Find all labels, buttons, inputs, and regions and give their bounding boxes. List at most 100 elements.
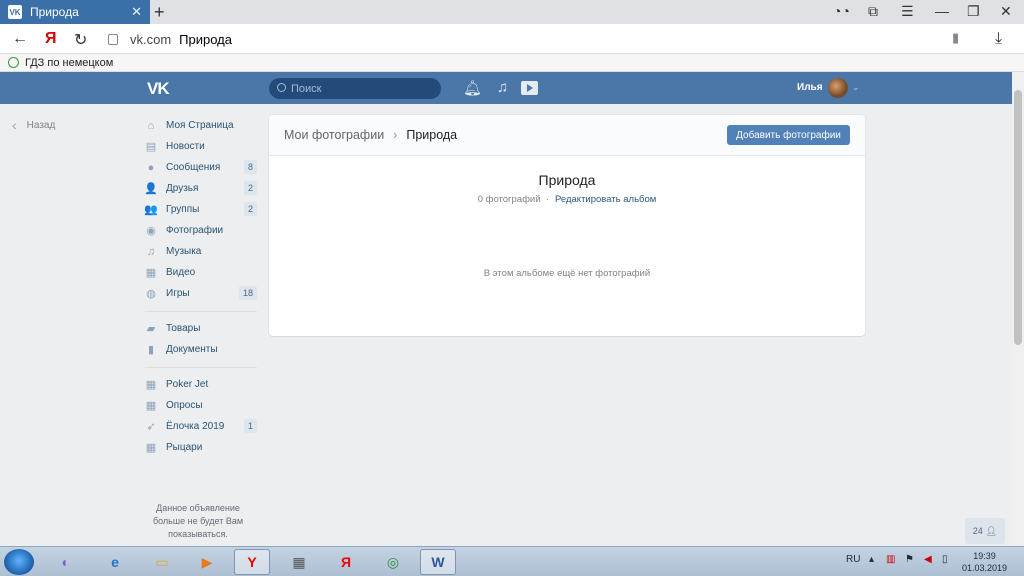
- sidebar-item-3[interactable]: 👤 Друзья 2: [144, 178, 257, 199]
- counter-badge: 1: [243, 419, 257, 433]
- incognito-glasses-icon[interactable]: ◔◔: [833, 3, 850, 19]
- search-input[interactable]: Поиск: [269, 78, 441, 99]
- bookmark-icon[interactable]: ▮: [952, 30, 959, 46]
- camera-icon: ◉: [146, 225, 156, 237]
- sidebar-item-1[interactable]: ▤ Новости: [145, 136, 257, 157]
- yandex-taskbar-icon[interactable]: Я: [328, 549, 364, 575]
- url-domain: vk.com: [130, 31, 172, 47]
- menu-icon[interactable]: ☰: [901, 3, 914, 20]
- avatar[interactable]: [828, 78, 848, 98]
- play-icon[interactable]: [521, 81, 538, 95]
- edit-album-link[interactable]: Редактировать альбом: [555, 194, 656, 205]
- sidebar-item-label: Ёлочка 2019: [166, 421, 225, 432]
- music-icon: ♫: [146, 245, 156, 258]
- new-tab-icon[interactable]: +: [154, 2, 165, 23]
- bag-icon: ▰: [146, 323, 156, 335]
- back-label: Назад: [26, 119, 56, 131]
- album-title: Природа: [538, 172, 596, 188]
- flag-icon[interactable]: ⚑: [905, 554, 914, 565]
- lock-icon: [108, 33, 118, 45]
- album-panel: Мои фотографии › Природа Добавить фотогр…: [269, 115, 865, 336]
- page-scrollbar[interactable]: [1012, 72, 1024, 546]
- download-icon[interactable]: ⤓: [995, 30, 1002, 48]
- vk-favicon-icon: VK: [8, 5, 22, 19]
- sidebar-item-1[interactable]: ▦ Опросы: [145, 395, 257, 416]
- tray-expand-icon[interactable]: ▴: [869, 554, 874, 565]
- yandex-icon[interactable]: Я: [45, 30, 57, 48]
- music-icon[interactable]: ♫: [497, 79, 508, 96]
- counter-badge: 8: [243, 160, 257, 174]
- chrome-icon[interactable]: ◎: [375, 549, 411, 575]
- sidebar-item-0[interactable]: ⌂ Моя Страница: [145, 115, 257, 136]
- language-indicator[interactable]: RU: [846, 554, 860, 565]
- groups-icon: 👥: [144, 204, 158, 216]
- sidebar-item-0[interactable]: ▦ Poker Jet: [145, 374, 257, 395]
- reload-icon[interactable]: ↻: [74, 30, 87, 50]
- sidebar-item-label: Моя Страница: [166, 120, 234, 131]
- meta-separator: ·: [546, 194, 550, 205]
- online-friends-badge[interactable]: 24 👤︎: [965, 518, 1005, 544]
- search-icon: [277, 83, 286, 92]
- bookmarks-icon[interactable]: ⧉: [868, 3, 878, 20]
- sidebar-item-2[interactable]: ➶ Ёлочка 2019 1: [145, 416, 257, 437]
- sidebar-item-7[interactable]: ▦ Видео: [145, 262, 257, 283]
- vk-logo[interactable]: VK: [147, 79, 170, 99]
- sidebar-item-2[interactable]: ● Сообщения 8: [145, 157, 257, 178]
- bell-icon[interactable]: 🔔︎: [463, 79, 482, 97]
- battery-icon[interactable]: ▯: [942, 554, 948, 565]
- rocket-icon: ➶: [146, 421, 156, 433]
- sidebar-item-6[interactable]: ♫ Музыка: [145, 241, 257, 262]
- ad-notice: Данное объявление больше не будет Вам по…: [152, 503, 244, 539]
- add-photos-button[interactable]: Добавить фотографии: [727, 125, 850, 145]
- internet-explorer-icon[interactable]: e: [97, 549, 133, 575]
- sidebar-item-3[interactable]: ▦ Рыцари: [145, 437, 257, 458]
- document-icon: ▮: [147, 344, 155, 356]
- menu-divider: [145, 367, 257, 368]
- friends-icon: 👤: [144, 183, 158, 195]
- breadcrumb-my-photos[interactable]: Мои фотографии: [284, 128, 384, 142]
- network-icon[interactable]: ▥: [886, 554, 895, 565]
- viber-icon[interactable]: ◖: [46, 549, 82, 575]
- bookmark-item[interactable]: ГДЗ по немецком: [25, 57, 113, 69]
- sidebar-item-5[interactable]: ◉ Фотографии: [145, 220, 257, 241]
- user-name[interactable]: Илья: [797, 82, 823, 93]
- sidebar-item-1[interactable]: ▮ Документы: [145, 339, 257, 360]
- chevron-down-icon[interactable]: ⌄: [852, 82, 860, 93]
- windows-taskbar: ◖ e ▭ ▶ Y ▦ Я ◎ W RU ▴ ▥ ⚑ ◀ ▯ 19:39 01.…: [0, 546, 1024, 576]
- back-link[interactable]: ‹ Назад: [12, 117, 55, 133]
- sidebar-item-label: Фотографии: [166, 225, 224, 236]
- close-window-icon[interactable]: ✕: [1000, 3, 1012, 20]
- close-tab-icon[interactable]: ✕: [131, 4, 142, 20]
- messages-icon: ●: [147, 161, 155, 174]
- clock-date: 01.03.2019: [962, 563, 1008, 573]
- start-button[interactable]: [4, 549, 34, 575]
- calculator-icon[interactable]: ▦: [281, 549, 317, 575]
- left-menu: ⌂ Моя Страница ▤ Новости ● Сообщения 8 👤 Друзья 2…: [144, 115, 257, 458]
- sidebar-item-label: Музыка: [166, 246, 202, 257]
- yandex-browser-taskbar-icon[interactable]: Y: [234, 549, 270, 575]
- sidebar-item-label: Новости: [166, 141, 205, 152]
- word-icon[interactable]: W: [420, 549, 456, 575]
- smile-icon: [8, 57, 19, 68]
- bookmarks-bar: ГДЗ по немецком: [0, 54, 1024, 72]
- restore-icon[interactable]: ❐: [967, 3, 980, 20]
- browser-tab-bar: VK Природа ✕ + ◔◔ ⧉ ☰ — ❐ ✕: [0, 0, 1024, 24]
- browser-tab[interactable]: VK Природа ✕: [0, 0, 150, 24]
- clock[interactable]: 19:39 01.03.2019: [962, 550, 1007, 574]
- volume-icon[interactable]: ◀: [924, 554, 932, 565]
- media-player-icon[interactable]: ▶: [189, 549, 225, 575]
- sidebar-item-0[interactable]: ▰ Товары: [145, 318, 257, 339]
- sidebar-item-8[interactable]: ◍ Игры 18: [145, 283, 257, 304]
- sidebar-item-label: Видео: [166, 267, 196, 278]
- minimize-icon[interactable]: —: [935, 3, 949, 19]
- breadcrumb-current: Природа: [406, 128, 458, 142]
- url-field[interactable]: vk.com Природа: [100, 29, 976, 49]
- sidebar-item-label: Группы: [166, 204, 200, 215]
- sidebar-item-label: Poker Jet: [166, 379, 209, 390]
- back-arrow-icon[interactable]: ←: [12, 30, 28, 48]
- sidebar-item-4[interactable]: 👥 Группы 2: [144, 199, 257, 220]
- counter-badge: 2: [243, 181, 257, 195]
- scroll-thumb[interactable]: [1014, 90, 1022, 345]
- sidebar-item-label: Опросы: [166, 400, 203, 411]
- file-explorer-icon[interactable]: ▭: [144, 549, 180, 575]
